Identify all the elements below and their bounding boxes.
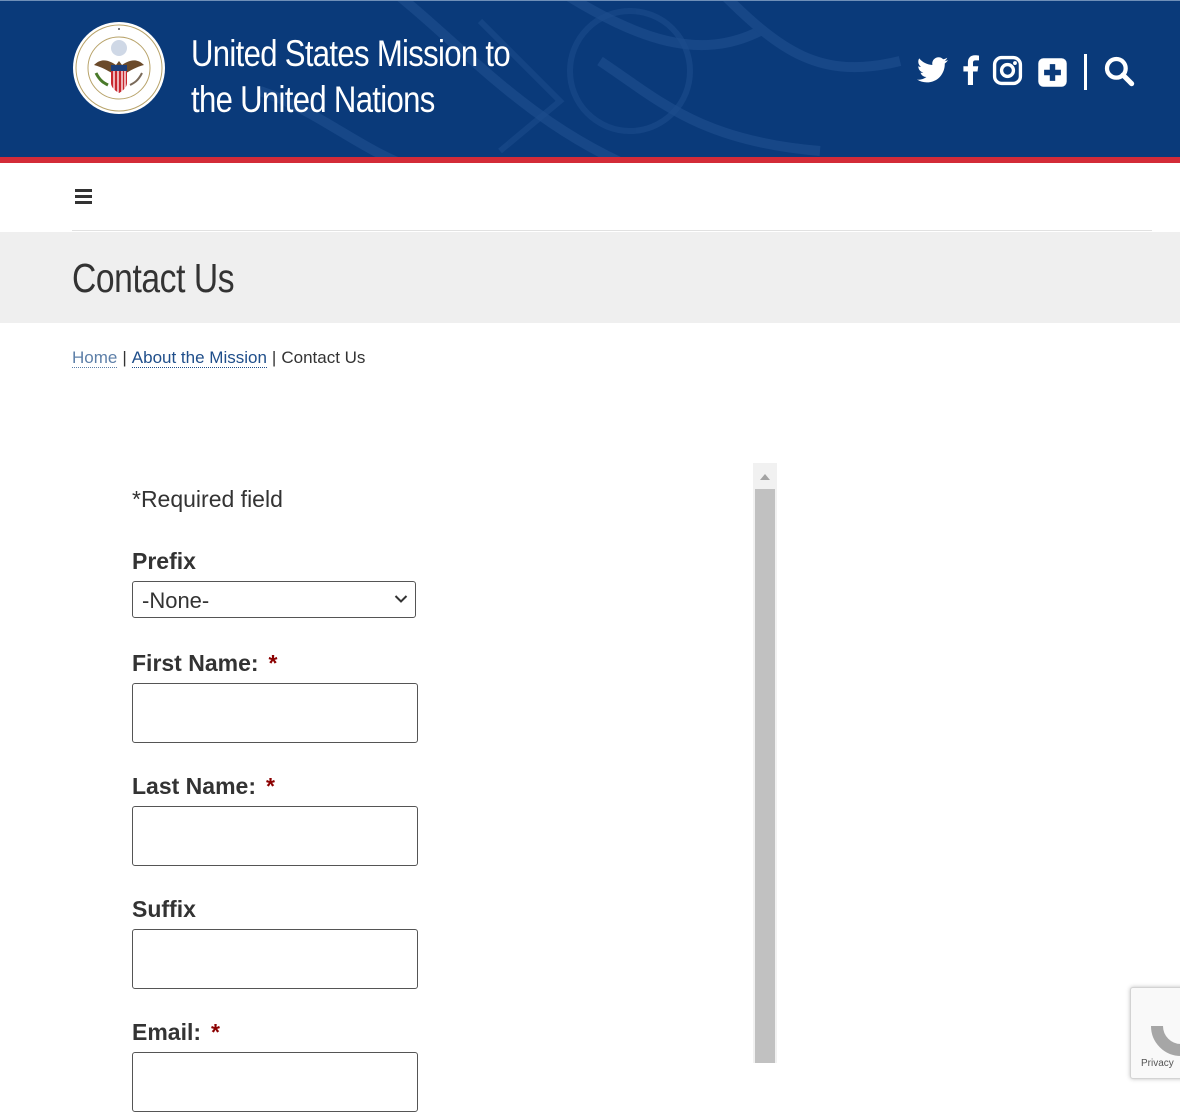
last-name-label: Last Name: * <box>132 773 275 800</box>
email-label: Email: * <box>132 1019 220 1046</box>
required-marker: * <box>211 1019 220 1045</box>
site-title[interactable]: United States Mission to the United Nati… <box>191 31 511 123</box>
twitter-icon[interactable] <box>917 57 948 83</box>
first-name-label: First Name: * <box>132 650 278 677</box>
hamburger-menu-icon[interactable] <box>75 189 93 205</box>
scroll-up-arrow-icon[interactable] <box>753 463 777 489</box>
search-icon[interactable] <box>1103 55 1135 87</box>
suffix-label-text: Suffix <box>132 896 196 922</box>
required-marker: * <box>268 650 278 676</box>
nav-divider <box>72 230 1152 231</box>
breadcrumb-current: Contact Us <box>281 348 366 367</box>
breadcrumb-separator: | <box>271 348 277 367</box>
recaptcha-logo-icon <box>1151 1025 1180 1056</box>
us-mission-seal-logo[interactable] <box>72 21 166 115</box>
prefix-label: Prefix <box>132 548 196 575</box>
plus-box-icon[interactable] <box>1037 57 1068 88</box>
breadcrumb-about-link[interactable]: About the Mission <box>131 348 267 368</box>
facebook-icon[interactable] <box>961 55 979 85</box>
form-scrollbar-thumb[interactable] <box>755 489 775 1063</box>
last-name-label-text: Last Name: <box>132 773 256 799</box>
email-field[interactable] <box>132 1052 418 1112</box>
header-separator <box>1084 54 1087 90</box>
suffix-field[interactable] <box>132 929 418 989</box>
required-field-note: *Required field <box>132 486 283 512</box>
recaptcha-privacy-link[interactable]: Privacy <box>1141 1058 1174 1069</box>
chevron-down-icon <box>394 595 408 603</box>
page-title: Contact Us <box>72 255 235 301</box>
breadcrumb: Home | About the Mission | Contact Us <box>72 348 365 368</box>
site-header: United States Mission to the United Nati… <box>0 0 1180 158</box>
prefix-select[interactable]: -None- <box>132 581 416 618</box>
last-name-field[interactable] <box>132 806 418 866</box>
first-name-label-text: First Name: <box>132 650 259 676</box>
required-marker: * <box>265 773 275 799</box>
site-title-line-1[interactable]: United States Mission to <box>191 31 511 77</box>
navigation-bar <box>0 163 1180 231</box>
recaptcha-badge[interactable]: Privacy <box>1130 987 1180 1079</box>
breadcrumb-home-link[interactable]: Home <box>72 348 118 368</box>
instagram-icon[interactable] <box>992 55 1023 86</box>
breadcrumb-separator: | <box>122 348 127 367</box>
prefix-selected-value: -None- <box>142 588 210 613</box>
site-title-line-2[interactable]: the United Nations <box>191 77 510 123</box>
first-name-field[interactable] <box>132 683 418 743</box>
suffix-label: Suffix <box>132 896 196 923</box>
prefix-label-text: Prefix <box>132 548 196 574</box>
email-label-text: Email: <box>132 1019 202 1045</box>
